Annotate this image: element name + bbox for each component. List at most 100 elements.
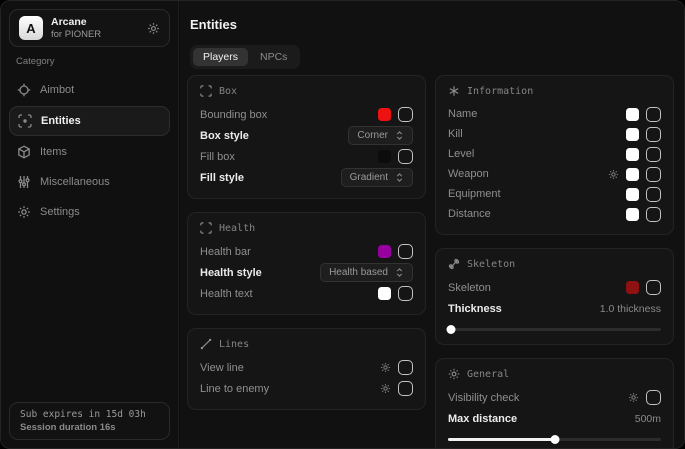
checkbox[interactable]: [646, 280, 661, 295]
color-swatch[interactable]: [626, 128, 639, 141]
panel-title: General: [467, 369, 509, 380]
slider-thumb[interactable]: [550, 435, 559, 444]
sun-icon: [448, 368, 460, 380]
setting-row: Max distance 500m: [448, 408, 661, 429]
health-style-select[interactable]: Health based: [320, 263, 413, 282]
sidebar-item-label: Settings: [40, 206, 80, 218]
checkbox[interactable]: [398, 244, 413, 259]
checkbox[interactable]: [398, 149, 413, 164]
setting-label: Weapon: [448, 168, 489, 180]
color-swatch[interactable]: [378, 108, 391, 121]
color-swatch[interactable]: [378, 245, 391, 258]
setting-label: View line: [200, 362, 244, 374]
color-swatch[interactable]: [626, 168, 639, 181]
fill-style-select[interactable]: Gradient: [341, 168, 413, 187]
setting-label: Distance: [448, 208, 491, 220]
color-swatch[interactable]: [626, 148, 639, 161]
select-value: Health based: [329, 267, 388, 278]
sub-expiry-text: Sub expires in 15d 03h: [20, 409, 159, 420]
setting-row: Visibility check: [448, 387, 661, 408]
box-style-select[interactable]: Corner: [348, 126, 413, 145]
information-panel: Information Name Kill: [435, 75, 674, 235]
subscription-info: Sub expires in 15d 03h Session duration …: [9, 402, 170, 440]
checkbox[interactable]: [398, 381, 413, 396]
brand-card: A Arcane for PIONER: [9, 9, 170, 47]
sidebar-item-label: Miscellaneous: [40, 176, 110, 188]
sidebar-item-items[interactable]: Items: [1, 138, 178, 166]
setting-label: Max distance: [448, 413, 517, 425]
sidebar-item-label: Aimbot: [40, 84, 74, 96]
bone-icon: [448, 258, 460, 270]
setting-label: Level: [448, 148, 474, 160]
bounding-box-icon: [200, 85, 212, 97]
color-swatch[interactable]: [626, 188, 639, 201]
setting-row: Health bar: [200, 241, 413, 262]
panel-header: Lines: [200, 338, 413, 350]
setting-row: View line: [200, 357, 413, 378]
bounding-box-icon: [200, 222, 212, 234]
sidebar-item-aimbot[interactable]: Aimbot: [1, 76, 178, 104]
setting-row: Box style Corner: [200, 125, 413, 146]
app-logo: A: [19, 16, 43, 40]
checkbox[interactable]: [646, 207, 661, 222]
sidebar-item-miscellaneous[interactable]: Miscellaneous: [1, 168, 178, 196]
gear-icon[interactable]: [608, 169, 619, 180]
color-swatch[interactable]: [378, 287, 391, 300]
gear-icon[interactable]: [380, 362, 391, 373]
slider-thumb[interactable]: [447, 325, 456, 334]
setting-row: Name: [448, 104, 661, 124]
setting-label: Health text: [200, 288, 253, 300]
color-swatch[interactable]: [626, 208, 639, 221]
setting-row: Thickness 1.0 thickness: [448, 298, 661, 319]
setting-label: Thickness: [448, 303, 502, 315]
gear-icon[interactable]: [147, 22, 160, 35]
crosshair-icon: [17, 83, 31, 97]
panel-header: Health: [200, 222, 413, 234]
select-value: Corner: [357, 130, 388, 141]
checkbox[interactable]: [398, 360, 413, 375]
sidebar-item-settings[interactable]: Settings: [1, 198, 178, 226]
checkbox[interactable]: [646, 147, 661, 162]
setting-row: Kill: [448, 124, 661, 144]
thickness-slider[interactable]: [448, 324, 661, 334]
color-swatch[interactable]: [378, 150, 391, 163]
chevron-updown-icon: [395, 268, 404, 277]
setting-row: Line to enemy: [200, 378, 413, 399]
color-swatch[interactable]: [626, 281, 639, 294]
main-content: Entities Players NPCs Box Bounding box: [180, 1, 684, 448]
checkbox[interactable]: [646, 187, 661, 202]
setting-label: Fill style: [200, 172, 244, 184]
page-title: Entities: [190, 17, 237, 32]
box-panel: Box Bounding box Box style Corner: [187, 75, 426, 199]
asterisk-icon: [448, 85, 460, 97]
general-panel: General Visibility check Max distance 50…: [435, 358, 674, 449]
panel-title: Box: [219, 86, 237, 97]
setting-row: Bounding box: [200, 104, 413, 125]
gear-icon[interactable]: [628, 392, 639, 403]
session-duration-text: Session duration 16s: [20, 422, 159, 433]
checkbox[interactable]: [646, 390, 661, 405]
sidebar-item-entities[interactable]: Entities: [9, 106, 170, 136]
category-label: Category: [16, 56, 55, 67]
setting-label: Line to enemy: [200, 383, 269, 395]
checkbox[interactable]: [646, 127, 661, 142]
setting-row: Distance: [448, 204, 661, 224]
checkbox[interactable]: [398, 286, 413, 301]
checkbox[interactable]: [646, 167, 661, 182]
slider-value: 1.0 thickness: [600, 303, 661, 315]
setting-label: Skeleton: [448, 282, 491, 294]
sidebar-nav: Aimbot Entities Items Miscellaneous: [1, 75, 178, 227]
tab-npcs[interactable]: NPCs: [250, 48, 297, 66]
panel-title: Health: [219, 223, 255, 234]
panel-title: Information: [467, 86, 533, 97]
setting-label: Visibility check: [448, 392, 519, 404]
sidebar-item-label: Items: [40, 146, 67, 158]
gear-icon[interactable]: [380, 383, 391, 394]
color-swatch[interactable]: [626, 108, 639, 121]
tab-players[interactable]: Players: [193, 48, 248, 66]
setting-row: Skeleton: [448, 277, 661, 298]
checkbox[interactable]: [398, 107, 413, 122]
checkbox[interactable]: [646, 107, 661, 122]
max-distance-slider[interactable]: [448, 434, 661, 444]
sliders-icon: [17, 175, 31, 189]
